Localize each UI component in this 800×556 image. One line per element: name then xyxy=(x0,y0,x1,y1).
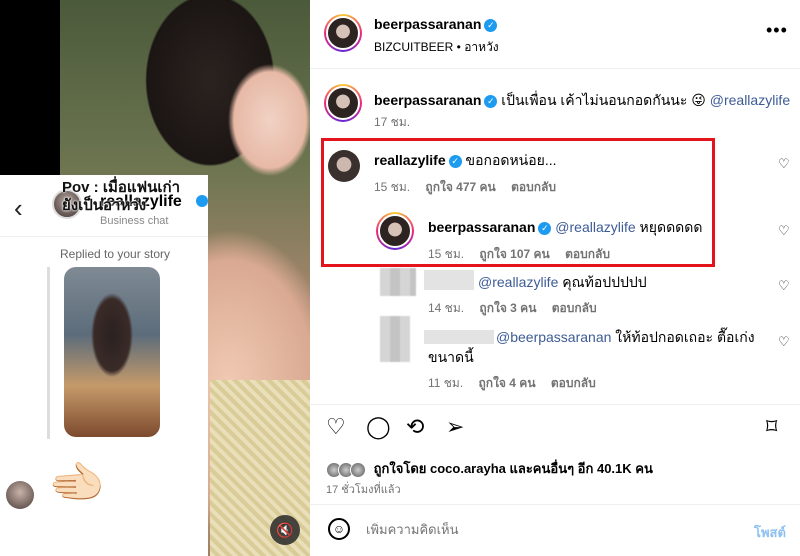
add-comment-input[interactable] xyxy=(366,522,746,537)
mute-icon[interactable]: 🔇 xyxy=(270,515,300,545)
replied-label: Replied to your story xyxy=(60,247,171,261)
comment-text: คุณท้อปปปปป xyxy=(562,274,647,290)
author-username[interactable]: beerpassaranan ✓ xyxy=(374,16,498,32)
caption-text: เป็นเพื่อน เค้าไม่นอนกอดกันนะ 😜 xyxy=(501,92,706,108)
divider xyxy=(310,404,800,405)
comment-mention[interactable]: @reallazylife xyxy=(478,274,558,290)
caption-time: 17 ชม. xyxy=(374,115,411,129)
comment-likes[interactable]: ถูกใจ 4 คน xyxy=(479,376,536,390)
reply-button[interactable]: ตอบกลับ xyxy=(552,301,597,315)
heart-icon[interactable]: ♡ xyxy=(778,223,790,239)
dm-header: ‹ reallazylife Business chat Pov : เมื่อ… xyxy=(0,175,208,237)
post-button[interactable]: โพสต์ xyxy=(754,522,786,543)
dm-screenshot: ‹ reallazylife Business chat Pov : เมื่อ… xyxy=(0,175,208,556)
author-avatar[interactable] xyxy=(324,14,362,52)
verified-icon xyxy=(196,195,208,207)
more-icon[interactable]: ••• xyxy=(766,20,788,41)
heart-icon[interactable]: ♡ xyxy=(326,414,346,440)
comment-icon[interactable]: ◯ xyxy=(366,414,391,440)
comment-time: 11 ชม. xyxy=(428,376,464,390)
comment-meta: 14 ชม. ถูกใจ 3 คน ตอบกลับ xyxy=(428,299,609,318)
highlight-box xyxy=(321,138,715,267)
comment-time: 14 ชม. xyxy=(428,301,465,315)
overlay-caption: Pov : เมื่อแฟนเก่า ยังเป็นอาหว่ง xyxy=(62,179,181,214)
liked-by[interactable]: ถูกใจโดย coco.arayha และคนอื่นๆ อีก 40.1… xyxy=(326,458,653,479)
divider xyxy=(310,504,800,505)
comment-likes[interactable]: ถูกใจ 3 คน xyxy=(479,301,536,315)
repost-icon[interactable]: ⟲ xyxy=(406,414,424,440)
author-subtitle: BIZCUITBEER • อาหวัง xyxy=(374,40,499,54)
heart-icon[interactable]: ♡ xyxy=(778,278,790,294)
post-panel: beerpassaranan ✓ BIZCUITBEER • อาหวัง •••… xyxy=(310,0,800,556)
blurred-username xyxy=(424,270,474,290)
emoji-icon[interactable]: ☺ xyxy=(328,518,350,540)
screenshot: 🔇 ‹ reallazylife Business chat Pov : เมื… xyxy=(0,0,800,556)
heart-icon[interactable]: ♡ xyxy=(778,156,790,172)
avatar xyxy=(6,481,34,509)
comment: @reallazylife คุณท้อปปปปป xyxy=(478,272,647,292)
caption-username[interactable]: beerpassaranan xyxy=(374,92,481,108)
verified-icon: ✓ xyxy=(484,94,498,108)
caption: beerpassaranan ✓ เป็นเพื่อน เค้าไม่นอนกอด… xyxy=(374,90,790,112)
dm-subtitle: Business chat xyxy=(100,215,169,227)
post-time: 17 ชั่วโมงที่แล้ว xyxy=(326,484,401,496)
reply-button[interactable]: ตอบกลับ xyxy=(551,376,596,390)
heart-icon[interactable]: ♡ xyxy=(778,334,790,350)
bookmark-icon[interactable]: ⌑ xyxy=(766,414,777,440)
comment: @beerpassaranan ให้ท้อปกอดเถอะ ตื๊อเก่งข… xyxy=(428,327,758,367)
avatar xyxy=(350,461,366,478)
verified-icon: ✓ xyxy=(484,18,498,32)
blurred-avatar xyxy=(380,268,416,296)
back-icon[interactable]: ‹ xyxy=(14,193,23,224)
author-username-text[interactable]: beerpassaranan xyxy=(374,16,481,32)
comment-meta: 11 ชม. ถูกใจ 4 คน ตอบกลับ xyxy=(428,374,608,393)
blurred-avatar xyxy=(380,316,410,362)
comment-mention[interactable]: @beerpassaranan xyxy=(496,329,611,345)
liked-by-text[interactable]: ถูกใจโดย coco.arayha และคนอื่นๆ อีก 40.1… xyxy=(374,461,653,476)
share-icon[interactable]: ➢ xyxy=(446,414,464,440)
divider xyxy=(310,68,800,69)
story-thumbnail[interactable] xyxy=(64,267,160,437)
story-divider xyxy=(47,267,50,439)
reply-emoji: 🫲🏻 xyxy=(48,456,106,508)
post-media: 🔇 ‹ reallazylife Business chat Pov : เมื… xyxy=(0,0,310,556)
caption-avatar[interactable] xyxy=(324,84,362,122)
caption-mention[interactable]: @reallazylife xyxy=(710,92,790,108)
